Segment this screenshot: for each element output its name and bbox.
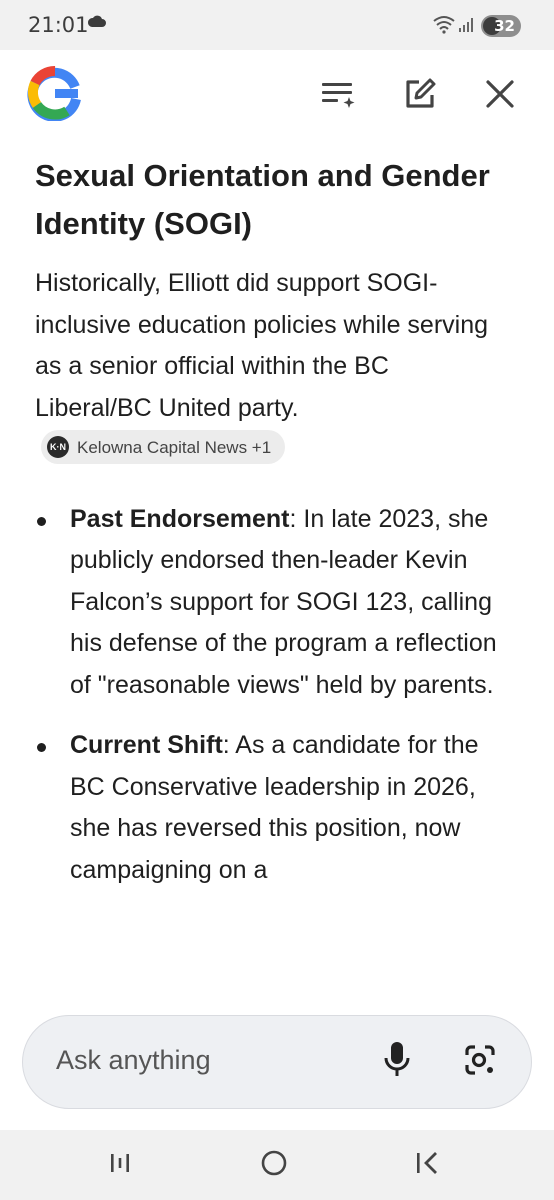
recent-apps-button[interactable]	[98, 1145, 142, 1185]
list-item: Past Endorsement: In late 2023, she publ…	[35, 499, 505, 707]
bullet-dot	[37, 743, 46, 752]
status-bar: 21:01 32	[0, 0, 554, 50]
history-button[interactable]	[316, 74, 360, 118]
bullet-list: Past Endorsement: In late 2023, she publ…	[35, 499, 505, 892]
cloud-icon	[87, 14, 107, 33]
bullet-text: : In late 2023, she publicly endorsed th…	[70, 504, 497, 699]
bullet-title: Current Shift	[70, 731, 223, 759]
lens-icon	[463, 1043, 497, 1082]
lens-button[interactable]	[458, 1040, 502, 1084]
mic-button[interactable]	[375, 1040, 419, 1084]
home-icon	[260, 1149, 288, 1182]
bullet-title: Past Endorsement	[70, 504, 290, 533]
status-time: 21:01	[28, 13, 89, 37]
back-icon	[415, 1151, 441, 1180]
mic-icon	[382, 1040, 412, 1085]
history-sparkle-icon	[320, 79, 356, 114]
section-heading: Sexual Orientation and Gender Identity (…	[35, 158, 490, 241]
back-button[interactable]	[406, 1145, 450, 1185]
bullet-dot	[37, 516, 46, 526]
list-item: Current Shift: As a candidate for the BC…	[35, 725, 505, 891]
intro-text: Historically, Elliott did support SOGI-i…	[35, 269, 489, 422]
system-nav-bar	[0, 1130, 554, 1200]
ask-placeholder: Ask anything	[56, 1045, 211, 1075]
wifi-icon	[432, 14, 456, 39]
google-logo-icon	[27, 65, 83, 126]
recent-apps-icon	[108, 1152, 132, 1179]
ask-input[interactable]: Ask anything	[22, 1015, 532, 1109]
source-logo-icon: K·N	[47, 436, 69, 459]
source-chip-label: Kelowna Capital News +1	[77, 437, 272, 457]
edit-button[interactable]	[398, 74, 442, 118]
close-icon	[485, 79, 515, 114]
edit-icon	[402, 76, 438, 117]
battery-level: 32	[494, 17, 515, 35]
signal-icon	[459, 18, 475, 37]
response-content: Sexual Orientation and Gender Identity (…	[35, 152, 505, 992]
header	[0, 50, 554, 145]
battery-indicator: 32	[481, 15, 521, 37]
close-button[interactable]	[478, 74, 522, 118]
intro-paragraph: Historically, Elliott did support SOGI-i…	[35, 263, 505, 471]
source-chip[interactable]: K·N Kelowna Capital News +1	[41, 430, 286, 465]
home-button[interactable]	[252, 1145, 296, 1185]
